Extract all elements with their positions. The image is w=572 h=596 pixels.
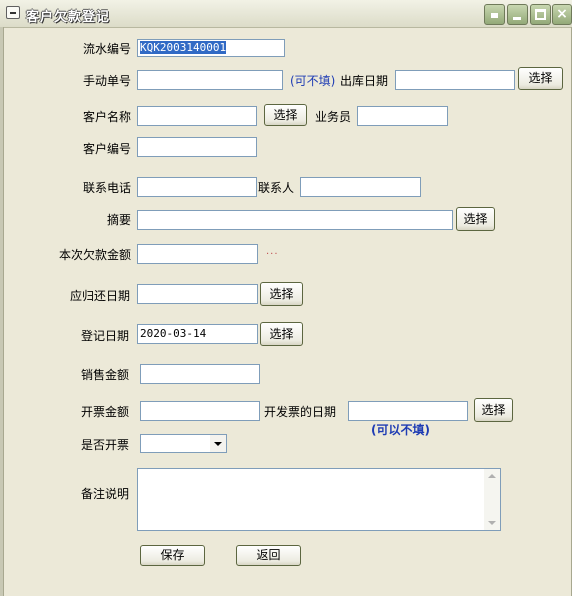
summary-field[interactable] xyxy=(137,210,453,230)
close-icon: × xyxy=(556,6,568,22)
contact-label: 联系人 xyxy=(258,181,295,195)
invoiced-label: 是否开票 xyxy=(81,438,130,452)
remarks-textarea[interactable] xyxy=(137,468,501,531)
serial-number-label: 流水编号 xyxy=(83,42,132,56)
invoice-amount-label: 开票金额 xyxy=(81,405,130,419)
phone-label: 联系电话 xyxy=(83,181,132,195)
sales-amount-field[interactable] xyxy=(140,364,260,384)
save-button[interactable]: 保存 xyxy=(140,545,205,566)
summary-label: 摘要 xyxy=(107,213,132,227)
remarks-scrollbar[interactable] xyxy=(484,469,500,530)
customer-name-label: 客户名称 xyxy=(83,110,132,124)
outbound-date-choose-button[interactable]: 选择 xyxy=(518,67,563,90)
registration-date-label: 登记日期 xyxy=(81,329,130,343)
serial-number-field[interactable]: KQK2003140001 xyxy=(137,39,285,57)
manual-number-label: 手动单号 xyxy=(83,74,132,88)
maximize-button[interactable] xyxy=(530,4,551,25)
sales-amount-label: 销售金额 xyxy=(81,368,130,382)
debt-amount-field[interactable] xyxy=(137,244,258,264)
contact-field[interactable] xyxy=(300,177,421,197)
due-date-choose-button[interactable]: 选择 xyxy=(260,282,303,306)
remarks-label: 备注说明 xyxy=(81,487,130,501)
scroll-down-icon[interactable] xyxy=(488,521,496,525)
due-date-field[interactable] xyxy=(137,284,258,304)
scroll-up-icon[interactable] xyxy=(488,474,496,478)
salesman-label: 业务员 xyxy=(315,110,352,124)
salesman-field[interactable] xyxy=(357,106,448,126)
invoice-date-label: 开发票的日期 xyxy=(264,405,337,419)
customer-code-label: 客户编号 xyxy=(83,142,132,156)
manual-number-field[interactable] xyxy=(137,70,283,90)
serial-number-value: KQK2003140001 xyxy=(140,41,227,54)
registration-date-choose-button[interactable]: 选择 xyxy=(260,322,303,346)
back-button[interactable]: 返回 xyxy=(236,545,301,566)
minimize-icon xyxy=(513,17,521,20)
invoice-date-field[interactable] xyxy=(348,401,468,421)
restore-icon xyxy=(491,13,498,18)
debt-amount-label: 本次欠款金额 xyxy=(59,248,132,262)
invoice-amount-field[interactable] xyxy=(140,401,260,421)
window-title: 客户欠款登记 xyxy=(26,10,111,25)
window-frame-left xyxy=(0,27,4,596)
title-bar: 客户欠款登记 × xyxy=(0,0,572,28)
close-button[interactable]: × xyxy=(552,4,572,25)
outbound-date-label: 出库日期 xyxy=(340,74,389,88)
due-date-label: 应归还日期 xyxy=(70,289,131,303)
chevron-down-icon[interactable] xyxy=(210,435,226,452)
summary-choose-button[interactable]: 选择 xyxy=(456,207,495,231)
debt-amount-ellipsis-button[interactable]: ... xyxy=(266,247,288,260)
phone-field[interactable] xyxy=(137,177,257,197)
manual-number-note: (可不填) xyxy=(290,74,336,88)
maximize-icon xyxy=(535,9,546,20)
customer-name-field[interactable] xyxy=(137,106,257,126)
invoice-date-choose-button[interactable]: 选择 xyxy=(474,398,513,422)
minimize-button[interactable] xyxy=(507,4,528,25)
customer-code-field[interactable] xyxy=(137,137,257,157)
restore-down-button[interactable] xyxy=(484,4,505,25)
customer-choose-button[interactable]: 选择 xyxy=(264,104,307,126)
invoiced-select[interactable] xyxy=(140,434,227,453)
outbound-date-field[interactable] xyxy=(395,70,515,90)
invoice-date-note: (可以不填) xyxy=(371,423,430,437)
registration-date-field[interactable]: 2020-03-14 xyxy=(137,324,258,344)
system-menu-icon[interactable] xyxy=(6,6,20,19)
